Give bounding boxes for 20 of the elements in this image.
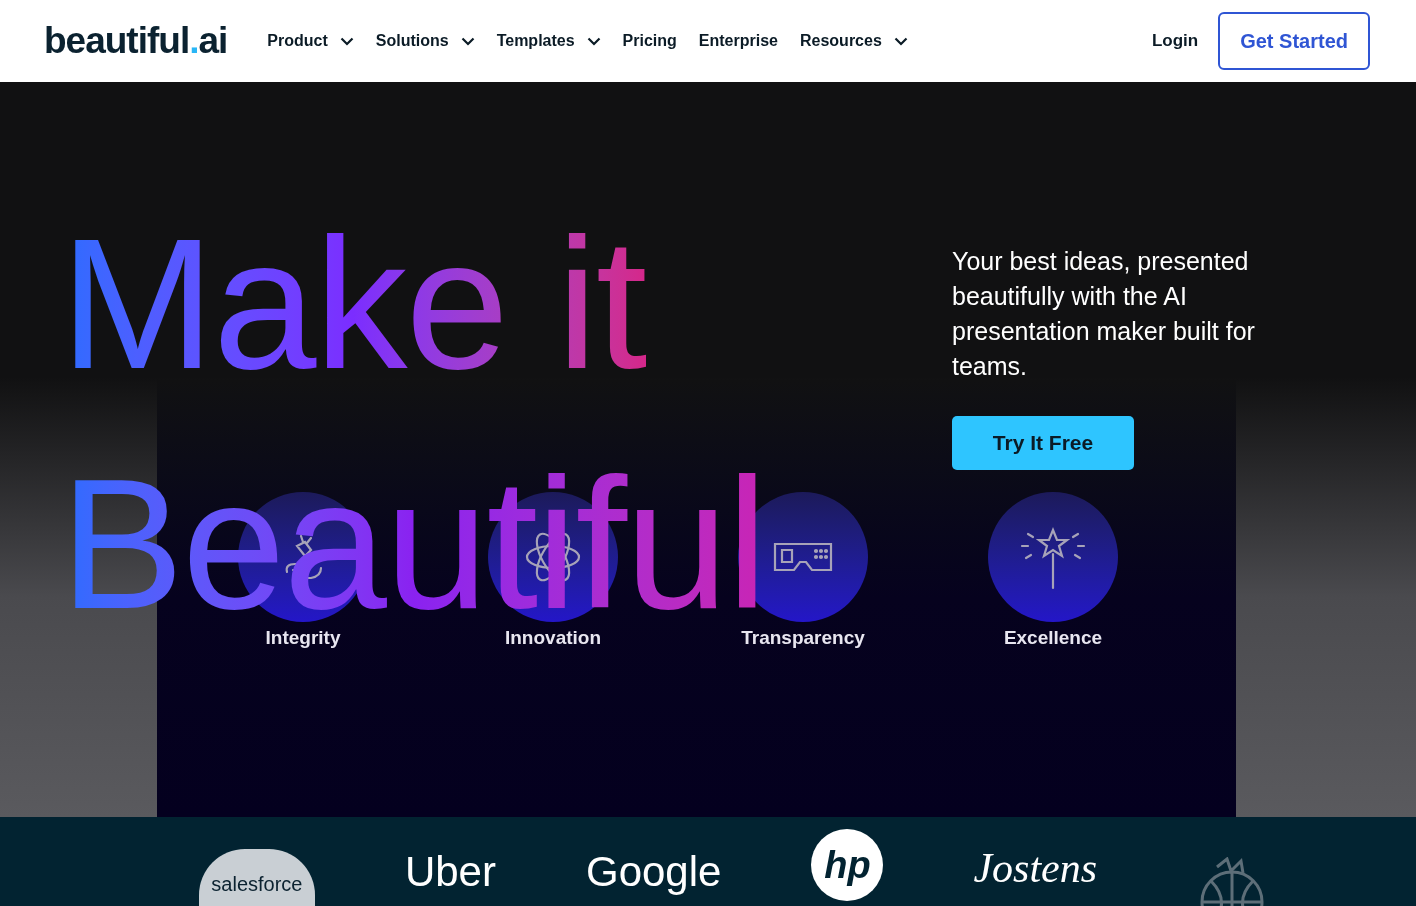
login-link[interactable]: Login [1151, 28, 1199, 54]
client-logo: Jostens [973, 844, 1098, 893]
nav-menu-item[interactable]: Pricing [622, 29, 677, 53]
brand-logo[interactable]: beautiful.ai [44, 13, 228, 69]
value-label: Integrity [265, 626, 341, 650]
nav-menu-item[interactable]: Resources [800, 29, 908, 53]
try-it-free-button[interactable]: Try It Free [952, 416, 1134, 470]
client-logo: salesforce [198, 849, 315, 906]
nav-menu-item[interactable]: Enterprise [698, 29, 778, 53]
nav-menu-item[interactable]: Templates [496, 29, 601, 53]
goggles-icon [772, 540, 834, 574]
value-label: Innovation [504, 626, 602, 650]
hero-tagline: Your best ideas, presented beautifully with the AI presentation maker built for teams. [952, 246, 1256, 382]
client-logo: hp [811, 829, 884, 901]
client-logo: Google [585, 847, 722, 897]
nav-menu-item[interactable]: Product [267, 29, 354, 53]
get-started-button[interactable]: Get Started [1218, 12, 1370, 70]
nav-menu-item[interactable]: Solutions [375, 29, 475, 53]
value-label: Excellence [1003, 626, 1103, 650]
client-logo: Uber [404, 847, 496, 897]
